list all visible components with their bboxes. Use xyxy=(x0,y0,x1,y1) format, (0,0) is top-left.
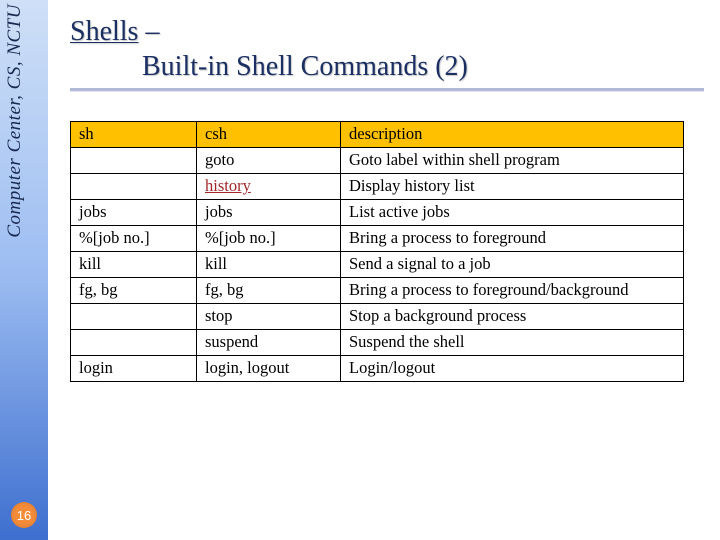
cell-desc: Suspend the shell xyxy=(341,330,684,356)
sidebar-label: Computer Center, CS, NCTU xyxy=(4,4,34,238)
table-row: kill kill Send a signal to a job xyxy=(71,252,684,278)
slide-title: Shells – Built-in Shell Commands (2) xyxy=(70,14,704,84)
table-row: suspend Suspend the shell xyxy=(71,330,684,356)
cell-csh: stop xyxy=(197,304,341,330)
cell-sh: login xyxy=(71,356,197,382)
table-row: stop Stop a background process xyxy=(71,304,684,330)
table-body: goto Goto label within shell program his… xyxy=(71,148,684,382)
page-number-badge: 16 xyxy=(11,502,37,528)
cell-sh xyxy=(71,148,197,174)
table-row: fg, bg fg, bg Bring a process to foregro… xyxy=(71,278,684,304)
cell-csh: kill xyxy=(197,252,341,278)
cell-csh: login, logout xyxy=(197,356,341,382)
table-row: history Display history list xyxy=(71,174,684,200)
cell-csh: jobs xyxy=(197,200,341,226)
cell-csh: fg, bg xyxy=(197,278,341,304)
cell-sh xyxy=(71,174,197,200)
slide-content: Shells – Built-in Shell Commands (2) sh … xyxy=(70,14,704,382)
table-row: %[job no.] %[job no.] Bring a process to… xyxy=(71,226,684,252)
title-underline xyxy=(70,88,704,91)
cell-desc: Stop a background process xyxy=(341,304,684,330)
cell-sh: kill xyxy=(71,252,197,278)
cell-sh: %[job no.] xyxy=(71,226,197,252)
table-row: jobs jobs List active jobs xyxy=(71,200,684,226)
header-csh: csh xyxy=(197,122,341,148)
table-row: login login, logout Login/logout xyxy=(71,356,684,382)
cell-desc: Bring a process to foreground/background xyxy=(341,278,684,304)
cell-desc: Display history list xyxy=(341,174,684,200)
cell-desc: Login/logout xyxy=(341,356,684,382)
table-row: goto Goto label within shell program xyxy=(71,148,684,174)
cell-csh: goto xyxy=(197,148,341,174)
cell-sh xyxy=(71,330,197,356)
cell-csh: suspend xyxy=(197,330,341,356)
cell-desc: Send a signal to a job xyxy=(341,252,684,278)
cell-desc: Bring a process to foreground xyxy=(341,226,684,252)
table-header-row: sh csh description xyxy=(71,122,684,148)
history-link: history xyxy=(205,176,251,195)
cell-sh xyxy=(71,304,197,330)
cell-csh: history xyxy=(197,174,341,200)
header-desc: description xyxy=(341,122,684,148)
cell-csh: %[job no.] xyxy=(197,226,341,252)
header-sh: sh xyxy=(71,122,197,148)
title-word-shells: Shells xyxy=(70,16,138,47)
commands-table: sh csh description goto Goto label withi… xyxy=(70,121,684,382)
title-subtitle: Built-in Shell Commands (2) xyxy=(70,49,704,84)
cell-desc: List active jobs xyxy=(341,200,684,226)
cell-desc: Goto label within shell program xyxy=(341,148,684,174)
cell-sh: fg, bg xyxy=(71,278,197,304)
title-dash: – xyxy=(138,16,159,47)
cell-sh: jobs xyxy=(71,200,197,226)
